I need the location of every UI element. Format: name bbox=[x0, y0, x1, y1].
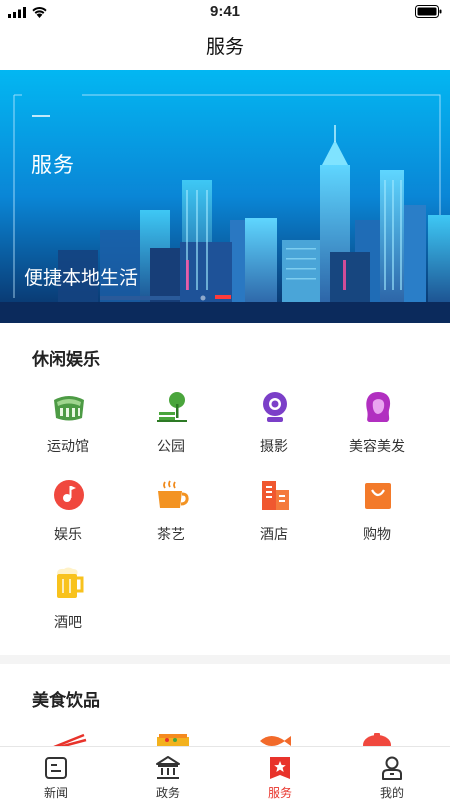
banner-subtitle: 便捷本地生活 bbox=[24, 267, 139, 289]
item-label: 公园 bbox=[157, 439, 185, 455]
page-title: 服务 bbox=[205, 36, 244, 58]
item-label: 摄影 bbox=[260, 439, 288, 455]
section-title-food: 美食饮品 bbox=[32, 691, 100, 711]
tab-label: 新闻 bbox=[43, 786, 68, 800]
service-item-shopping[interactable]: 购物 bbox=[327, 478, 427, 558]
item-label: 购物 bbox=[363, 527, 391, 543]
hotpot-icon[interactable] bbox=[359, 733, 395, 747]
tab-news[interactable]: 新闻 bbox=[0, 747, 112, 800]
banner-title: 服务 bbox=[31, 153, 75, 177]
service-item-bar[interactable]: 酒吧 bbox=[18, 566, 118, 646]
camera-icon bbox=[263, 392, 287, 422]
item-label: 酒吧 bbox=[54, 615, 82, 631]
tab-profile[interactable]: 我的 bbox=[336, 747, 448, 800]
service-item-entertainment[interactable]: 娱乐 bbox=[18, 478, 118, 558]
stadium-icon bbox=[54, 396, 84, 421]
tab-government[interactable]: 政务 bbox=[112, 747, 224, 800]
service-item-hotel[interactable]: 酒店 bbox=[224, 478, 324, 558]
government-icon bbox=[156, 756, 180, 779]
item-label: 酒店 bbox=[260, 527, 288, 543]
section-title-leisure: 休闲娱乐 bbox=[32, 350, 100, 370]
item-label: 茶艺 bbox=[157, 527, 185, 543]
service-item-stadium[interactable]: 运动馆 bbox=[18, 390, 118, 470]
hair-salon-icon bbox=[366, 392, 391, 422]
service-item-beauty[interactable]: 美容美发 bbox=[327, 390, 427, 470]
service-item-park[interactable]: 公园 bbox=[121, 390, 221, 470]
tab-bar: 新闻 政务 服务 我的 bbox=[0, 746, 450, 800]
tab-label: 我的 bbox=[379, 786, 404, 800]
section-divider bbox=[0, 655, 450, 664]
status-bar: 9:41 bbox=[0, 0, 450, 24]
service-item-photography[interactable]: 摄影 bbox=[224, 390, 324, 470]
services-screen: 9:41 服务 服务 便捷本地生活 休闲娱乐 运动馆 公园 摄影 美容美发 娱乐… bbox=[0, 0, 450, 800]
hotel-icon bbox=[262, 481, 289, 510]
news-icon bbox=[45, 757, 67, 779]
tea-cup-icon bbox=[158, 480, 189, 508]
tab-label: 政务 bbox=[155, 786, 180, 800]
service-icon bbox=[270, 757, 290, 779]
profile-icon bbox=[382, 756, 402, 780]
beer-icon bbox=[57, 567, 84, 598]
battery-icon bbox=[415, 5, 442, 18]
status-time: 9:41 bbox=[209, 3, 241, 20]
item-label: 运动馆 bbox=[47, 439, 89, 455]
park-icon bbox=[157, 392, 187, 422]
music-icon bbox=[54, 480, 84, 510]
fish-icon[interactable] bbox=[257, 733, 293, 747]
service-item-tea[interactable]: 茶艺 bbox=[121, 478, 221, 558]
tab-service[interactable]: 服务 bbox=[224, 747, 336, 800]
item-label: 美容美发 bbox=[349, 439, 405, 455]
food-box-icon[interactable] bbox=[155, 733, 191, 747]
shopping-bag-icon bbox=[365, 483, 391, 509]
item-label: 娱乐 bbox=[54, 527, 82, 543]
tab-label: 服务 bbox=[267, 786, 292, 800]
banner[interactable]: 服务 便捷本地生活 bbox=[0, 70, 450, 323]
